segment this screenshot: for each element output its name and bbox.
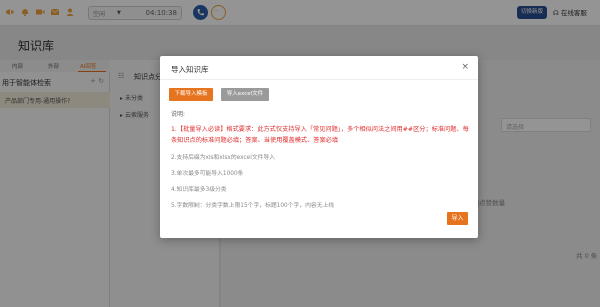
note-text: 3.单次最多可能导入1000条 <box>171 171 244 177</box>
download-template-button[interactable]: 下载导入模板 <box>169 88 213 101</box>
note-text: 2.支持后缀为xls和xlsx的excel文件导入 <box>171 155 276 161</box>
import-excel-button[interactable]: 导入excel文件 <box>221 88 269 101</box>
import-button[interactable]: 导入 <box>447 212 468 225</box>
requirement-text: 1.【批量导入必读】格式要求：此方式仅支持导入「常见问题」，多个相似问法之间用#… <box>171 126 469 144</box>
close-icon[interactable]: × <box>461 62 469 72</box>
import-dialog: 导入知识库 × 下载导入模板 导入excel文件 说明: 1.【批量导入必读】格… <box>160 56 478 238</box>
note-text: 4.知识库最多3级分类 <box>171 187 227 193</box>
dialog-title: 导入知识库 <box>171 65 209 74</box>
description-label: 说明: <box>171 111 186 118</box>
divider <box>160 79 478 80</box>
note-text: 5.字数限制：分类字数上限15个字，标题100个字，内容无上线 <box>171 203 335 209</box>
